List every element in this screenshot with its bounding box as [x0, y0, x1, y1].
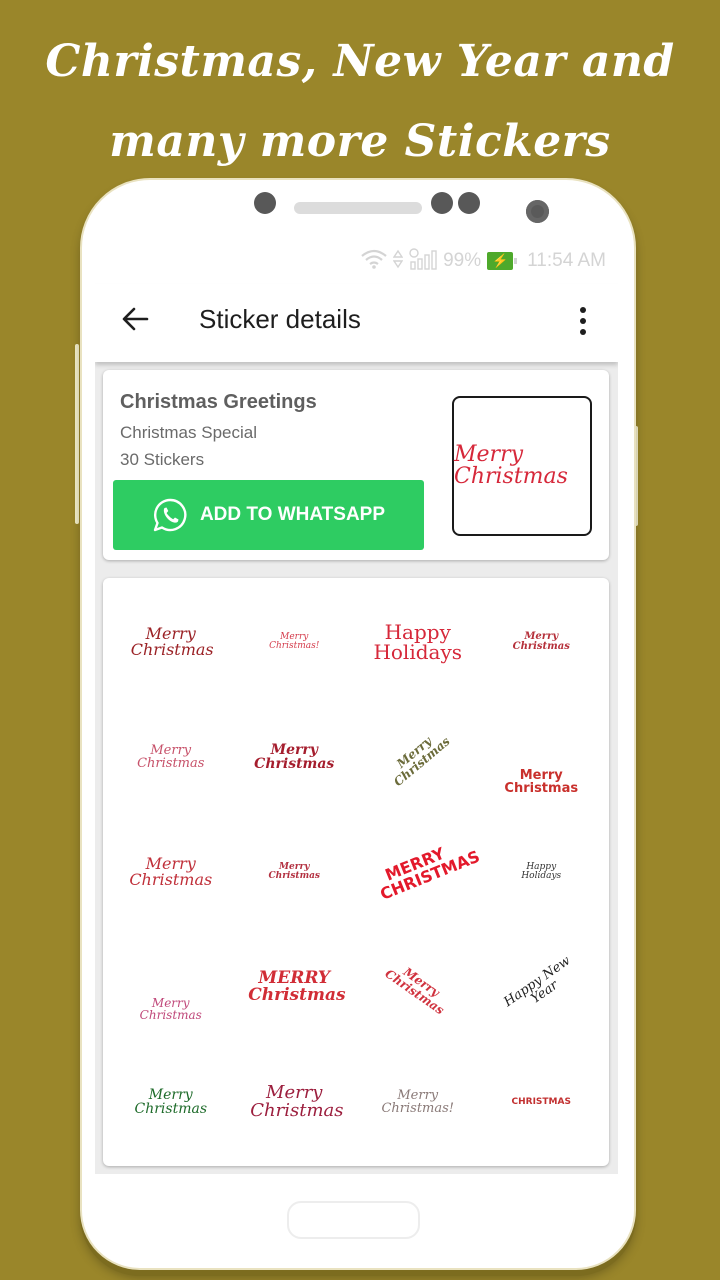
sticker-pack-header-card: Christmas Greetings Christmas Special 30…: [103, 370, 609, 560]
sticker-art: Merry Christmas: [250, 1082, 344, 1122]
pack-sticker-count: 30 Stickers: [120, 450, 205, 469]
sticker-art: MERRY CHRISTMAS: [377, 843, 480, 904]
data-arrows-icon: [392, 249, 404, 274]
sticker-art: Merry Christmas: [268, 861, 320, 881]
sticker-art: Happy Holidays: [373, 619, 463, 664]
add-to-whatsapp-label: ADD TO WHATSAPP: [199, 504, 386, 525]
sticker-item[interactable]: Merry Christmas!: [233, 584, 357, 699]
wifi-icon: [361, 249, 387, 274]
sticker-grid: Merry Christmas Merry Christmas! Happy Hol…: [109, 584, 603, 1160]
home-button[interactable]: [287, 1201, 420, 1239]
sticker-item[interactable]: Happy Holidays: [356, 584, 480, 699]
sticker-art: CHRISTMAS: [511, 1096, 571, 1107]
sticker-item[interactable]: Happy New Year: [480, 930, 604, 1045]
sticker-art: Happy New Year: [501, 953, 574, 1011]
pack-publisher: Christmas Special: [120, 423, 257, 442]
sensor-dot-icon: [431, 192, 453, 214]
tray-icon-art: Merry Christmas: [454, 442, 568, 489]
sticker-item[interactable]: MERRY CHRISTMAS: [356, 814, 480, 929]
promo-headline: Christmas, New Year and many more Sticke…: [0, 22, 720, 182]
front-camera-icon: [526, 200, 549, 223]
sticker-item[interactable]: Merry Christmas: [356, 930, 480, 1045]
sticker-art: Merry Christmas: [382, 964, 447, 1018]
sticker-art: Merry Christmas: [139, 996, 202, 1023]
promo-line-1: Christmas, New Year and: [45, 36, 675, 87]
add-to-whatsapp-button[interactable]: ADD TO WHATSAPP: [113, 480, 424, 550]
sticker-item[interactable]: Merry Christmas: [480, 584, 604, 699]
battery-charging-icon: ⚡: [487, 252, 518, 270]
sensor-dot-icon: [458, 192, 480, 214]
sticker-art: Merry Christmas: [512, 630, 570, 652]
sticker-art: Merry Christmas: [134, 1087, 207, 1118]
more-vert-icon: [580, 307, 586, 313]
sticker-item[interactable]: Merry Christmas: [109, 584, 233, 699]
battery-percent: 99%: [443, 250, 482, 271]
pack-name: Christmas Greetings: [120, 391, 317, 413]
sticker-art: Merry Christmas!: [269, 631, 320, 651]
sticker-item[interactable]: Merry Christmas: [480, 699, 604, 814]
sticker-item[interactable]: Merry Christmas!: [356, 1045, 480, 1160]
more-vert-icon-dot: [580, 329, 586, 335]
earpiece-speaker: [294, 202, 422, 214]
sticker-art: MERRY Christmas: [248, 968, 346, 1006]
whatsapp-icon: [153, 498, 187, 532]
sensor-dot-icon: [254, 192, 276, 214]
overflow-menu-button[interactable]: [573, 304, 593, 338]
sticker-art: Happy Holidays: [521, 861, 562, 881]
phone-side-button-left: [75, 344, 79, 524]
sticker-art: Merry Christmas: [129, 853, 213, 889]
sticker-item[interactable]: Happy Holidays: [480, 814, 604, 929]
app-bar: Sticker details: [95, 284, 618, 362]
more-vert-icon-dot: [580, 318, 586, 324]
promo-line-2: many more Stickers: [109, 116, 611, 167]
sticker-item[interactable]: Merry Christmas: [109, 699, 233, 814]
status-time: 11:54 AM: [527, 250, 606, 271]
sticker-item[interactable]: Merry Christmas: [109, 814, 233, 929]
tray-icon: Merry Christmas: [452, 396, 592, 536]
sticker-item[interactable]: Merry Christmas: [233, 814, 357, 929]
sticker-item[interactable]: Merry Christmas: [109, 930, 233, 1045]
sticker-grid-card: Merry Christmas Merry Christmas! Happy Hol…: [103, 578, 609, 1166]
sticker-art: Merry Christmas: [254, 741, 335, 772]
sticker-art: Merry Christmas: [137, 742, 205, 771]
sticker-item[interactable]: Merry Christmas: [233, 1045, 357, 1160]
back-button[interactable]: [119, 302, 153, 336]
sticker-art: Merry Christmas: [390, 733, 453, 789]
app-screen: 99% ⚡ 11:54 AM Sticker details Christmas…: [95, 238, 618, 1174]
sticker-item[interactable]: Merry Christmas: [356, 699, 480, 814]
page-title: Sticker details: [199, 304, 361, 334]
sticker-item[interactable]: CHRISTMAS: [480, 1045, 604, 1160]
sticker-art: Merry Christmas!: [381, 1088, 455, 1117]
sticker-art: Merry Christmas: [504, 767, 579, 796]
sticker-item[interactable]: Merry Christmas: [233, 699, 357, 814]
sticker-art: Merry Christmas: [130, 623, 214, 659]
status-bar: 99% ⚡ 11:54 AM: [95, 238, 618, 284]
signal-icon: [409, 247, 437, 275]
sticker-item[interactable]: Merry Christmas: [109, 1045, 233, 1160]
arrow-left-icon: [122, 307, 149, 331]
sticker-item[interactable]: MERRY Christmas: [233, 930, 357, 1045]
